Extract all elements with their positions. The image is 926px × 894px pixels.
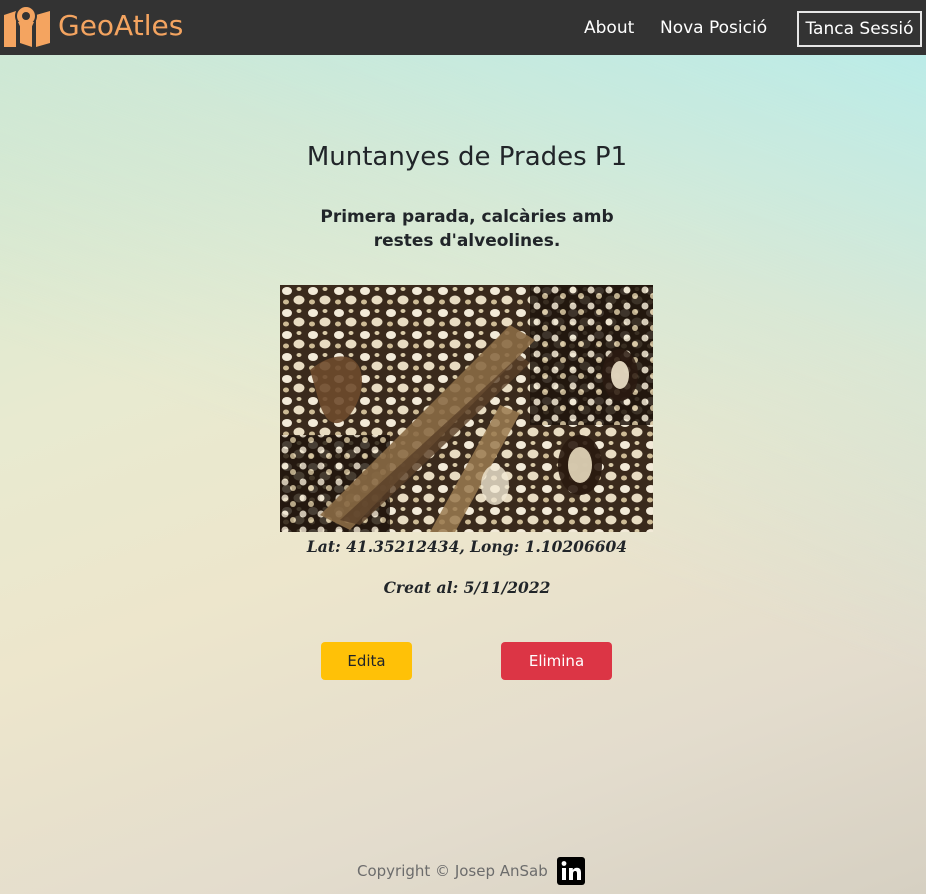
linkedin-icon[interactable] (556, 857, 585, 885)
position-created-date: Creat al: 5/11/2022 (383, 578, 551, 597)
delete-button[interactable]: Elimina (501, 642, 612, 680)
map-logo-icon (4, 5, 50, 47)
brand-link[interactable]: GeoAtles (2, 4, 183, 48)
navbar: GeoAtles About Nova Posició Tanca Sessió (0, 0, 926, 55)
position-description: Primera parada, calcàries amb restes d'a… (320, 207, 614, 251)
position-photo (280, 285, 653, 532)
nav-link-new-position[interactable]: Nova Posició (660, 16, 767, 40)
position-coordinates: Lat: 41.35212434, Long: 1.10206604 (306, 537, 628, 556)
copyright-text: Copyright © Josep AnSab (357, 862, 548, 880)
logout-button[interactable]: Tanca Sessió (797, 11, 922, 47)
position-title: Muntanyes de Prades P1 (306, 142, 628, 172)
brand-name[interactable]: GeoAtles (58, 4, 183, 48)
edit-button[interactable]: Edita (321, 642, 412, 680)
footer: Copyright © Josep AnSab (357, 857, 585, 885)
nav-link-about[interactable]: About (584, 16, 634, 40)
